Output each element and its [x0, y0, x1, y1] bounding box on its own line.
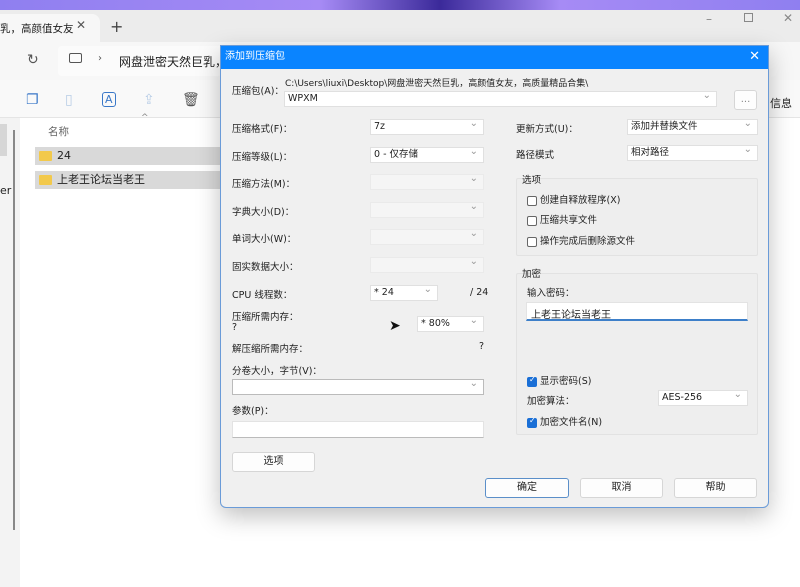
paste-icon[interactable]: ▯ [65, 92, 73, 108]
share-icon[interactable]: ⇪ [143, 92, 155, 108]
selected-nav-item[interactable] [0, 124, 7, 156]
shared-files-checkbox[interactable]: 压缩共享文件 [527, 212, 597, 226]
checkbox-icon [527, 236, 537, 247]
close-dialog-icon[interactable]: ✕ [749, 46, 760, 68]
password-input[interactable]: 上老王论坛当老王 [526, 302, 748, 321]
dictionary-label: 字典大小(D)： [232, 207, 295, 218]
minimize-icon[interactable]: – [706, 12, 712, 26]
delete-after-checkbox[interactable]: 操作完成后删除源文件 [527, 233, 635, 247]
new-tab-icon[interactable]: + [110, 17, 123, 36]
file-name: 24 [57, 149, 71, 162]
chevron-right-icon: › [98, 53, 102, 64]
decompress-memory-label: 解压缩所需内存： [232, 344, 309, 355]
file-row[interactable]: 上老王论坛当老王 [35, 171, 225, 189]
mouse-cursor-icon: ➤ [389, 318, 401, 334]
checkbox-icon [527, 215, 537, 226]
cancel-button[interactable]: 取消 [580, 478, 663, 498]
this-pc-icon [69, 53, 82, 63]
folder-icon [39, 175, 52, 185]
checkbox-checked-icon [527, 416, 537, 428]
update-mode-select[interactable]: 添加并替换文件 [627, 117, 758, 135]
path-mode-label: 路径模式 [516, 150, 555, 161]
format-select[interactable]: 7z [370, 117, 484, 135]
word-size-label: 单词大小(W)： [232, 234, 297, 245]
cpu-threads-max: / 24 [470, 287, 489, 298]
format-label: 压缩格式(F)： [232, 124, 293, 135]
archive-label: 压缩包(A)： [232, 86, 284, 97]
rename-icon[interactable]: A [102, 92, 116, 107]
file-name: 上老王论坛当老王 [57, 173, 145, 186]
nav-item-fragment[interactable]: er [0, 184, 11, 197]
desktop-wallpaper [0, 0, 800, 10]
help-button[interactable]: 帮助 [674, 478, 757, 498]
refresh-icon[interactable]: ↻ [27, 52, 39, 68]
dialog-title-bar: 添加到压缩包 ✕ [221, 46, 768, 69]
cpu-threads-select[interactable]: * 24 [370, 283, 438, 301]
nav-scrollbar[interactable] [13, 130, 15, 530]
memory-label: 压缩所需内存： [232, 312, 299, 323]
archive-name-combobox[interactable]: WPXM [284, 89, 717, 107]
checkbox-icon [527, 195, 537, 206]
dictionary-select[interactable] [370, 200, 484, 218]
split-size-combobox[interactable] [232, 377, 484, 395]
memory-percent-select[interactable]: * 80% [417, 314, 484, 332]
level-select[interactable]: 0 - 仅存储 [370, 145, 484, 163]
file-row[interactable]: 24 [35, 147, 225, 165]
word-size-select[interactable] [370, 227, 484, 245]
encryption-method-label: 加密算法： [527, 396, 575, 407]
path-mode-select[interactable]: 相对路径 [627, 143, 758, 161]
method-select[interactable] [370, 172, 484, 190]
close-window-icon[interactable]: ✕ [783, 11, 793, 25]
parameters-input[interactable] [232, 421, 484, 438]
maximize-icon[interactable] [744, 13, 753, 22]
level-label: 压缩等级(L)： [232, 152, 293, 163]
sort-up-icon: ^ [141, 113, 149, 123]
copy-icon[interactable]: ❐ [26, 92, 39, 108]
address-bar[interactable]: › 网盘泄密天然巨乳， [58, 46, 228, 76]
encrypt-names-checkbox[interactable]: 加密文件名(N) [527, 414, 602, 428]
solid-size-label: 固实数据大小： [232, 262, 299, 273]
dialog-title: 添加到压缩包 [225, 51, 285, 62]
checkbox-checked-icon [527, 375, 537, 387]
explorer-tab[interactable]: 乳，高颜值女友 ✕ [0, 14, 100, 42]
solid-size-select[interactable] [370, 255, 484, 273]
sfx-checkbox[interactable]: 创建自释放程序(X) [527, 192, 620, 206]
column-header-name[interactable]: 名称 [48, 124, 69, 139]
split-size-label: 分卷大小，字节(V)： [232, 366, 322, 377]
details-label[interactable]: 信息 [770, 95, 792, 111]
tab-title: 乳，高颜值女友 [0, 23, 74, 35]
update-mode-label: 更新方式(U)： [516, 124, 578, 135]
method-label: 压缩方法(M)： [232, 179, 296, 190]
options-group-title: 选项 [522, 175, 542, 186]
address-text: 网盘泄密天然巨乳， [119, 55, 228, 69]
folder-icon [39, 151, 52, 161]
options-button[interactable]: 选项 [232, 452, 315, 472]
browse-button[interactable]: ... [734, 90, 757, 110]
archive-path: C:\Users\liuxi\Desktop\网盘泄密天然巨乳，高颜值女友，高质… [285, 79, 589, 89]
encryption-method-select[interactable]: AES-256 [658, 388, 748, 406]
parameters-label: 参数(P)： [232, 406, 274, 417]
cpu-threads-label: CPU 线程数： [232, 290, 293, 301]
delete-icon[interactable]: 🗑 [182, 92, 200, 108]
decompress-memory-value: ? [479, 341, 485, 352]
close-tab-icon[interactable]: ✕ [76, 18, 86, 32]
memory-value: ? [232, 322, 238, 333]
show-password-checkbox[interactable]: 显示密码(S) [527, 373, 591, 387]
ok-button[interactable]: 确定 [485, 478, 569, 498]
password-label: 输入密码： [527, 288, 575, 299]
encryption-group-title: 加密 [522, 269, 542, 280]
add-to-archive-dialog: 添加到压缩包 ✕ 压缩包(A)： C:\Users\liuxi\Desktop\… [220, 45, 769, 508]
